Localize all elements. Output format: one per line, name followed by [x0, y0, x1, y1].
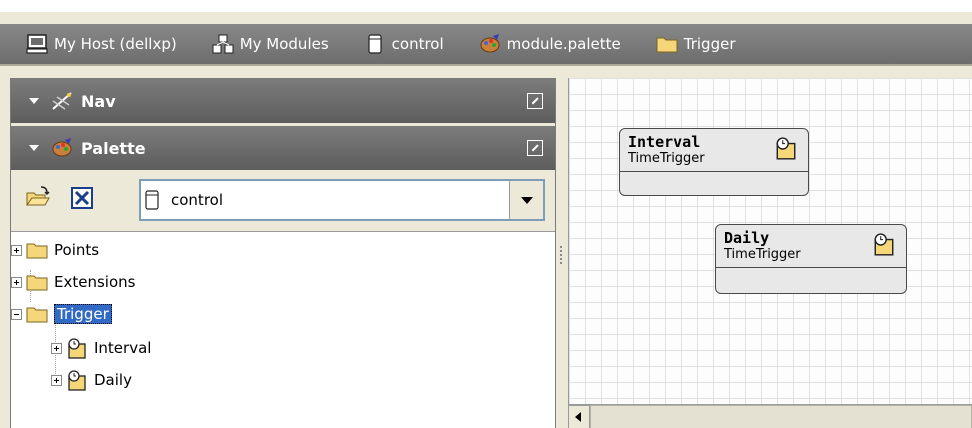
breadcrumb-modules[interactable]: My Modules [212, 24, 329, 64]
component-type: TimeTrigger [628, 151, 705, 166]
breadcrumb-control[interactable]: control [364, 24, 444, 64]
palette-toolbar: control [11, 171, 555, 229]
tree-node-extensions[interactable]: Extensions [11, 268, 135, 296]
module-select[interactable]: control [139, 179, 545, 221]
breadcrumb-palette[interactable]: module.palette [479, 24, 621, 64]
splitter-grip[interactable] [560, 246, 563, 264]
nav-pane-header[interactable]: Nav [11, 79, 555, 123]
breadcrumb-bar: My Host (dellxp) My Modules control modu… [0, 0, 972, 66]
component-divider [716, 267, 906, 268]
tree-node-label: Extensions [54, 273, 136, 291]
breadcrumb-trigger-label: Trigger [683, 35, 736, 53]
expand-icon[interactable] [51, 342, 62, 354]
open-folder-icon[interactable] [25, 185, 51, 211]
breadcrumb-modules-label: My Modules [239, 35, 329, 53]
expand-icon[interactable] [11, 276, 22, 288]
time-trigger-icon [66, 370, 88, 391]
palette-tree: Points Extensions Trigger Interval Daily [11, 231, 555, 428]
folder-icon [26, 272, 48, 292]
tree-node-label: Trigger [54, 304, 112, 324]
breadcrumb-control-label: control [391, 35, 444, 53]
computer-icon [26, 34, 48, 54]
module-jar-icon [141, 190, 163, 210]
chevron-down-icon[interactable] [509, 181, 543, 219]
wiresheet[interactable]: Interval TimeTrigger Daily TimeTrigger [568, 78, 972, 428]
close-x-icon[interactable] [69, 185, 95, 211]
palette-icon [479, 34, 501, 54]
collapse-icon[interactable] [29, 98, 39, 104]
time-trigger-icon [774, 137, 798, 165]
component-interval[interactable]: Interval TimeTrigger [619, 128, 809, 196]
modules-icon [212, 34, 234, 54]
palette-pane-title: Palette [81, 138, 146, 158]
tree-node-label: Points [54, 241, 100, 259]
maximize-icon[interactable] [527, 140, 543, 156]
expand-icon[interactable] [11, 244, 22, 256]
side-bar: Nav Palette control Points Extensions Tr… [10, 78, 556, 428]
tree-node-daily[interactable]: Daily [51, 366, 132, 394]
component-divider [620, 171, 808, 172]
nav-pane-title: Nav [81, 91, 116, 111]
folder-icon [656, 34, 678, 54]
folder-icon [26, 304, 48, 324]
maximize-icon[interactable] [527, 93, 543, 109]
expand-icon[interactable] [51, 374, 62, 386]
module-jar-icon [364, 34, 386, 54]
breadcrumb-palette-label: module.palette [506, 35, 621, 53]
time-trigger-icon [66, 338, 88, 359]
tree-node-interval[interactable]: Interval [51, 334, 151, 362]
component-daily[interactable]: Daily TimeTrigger [715, 224, 907, 294]
tree-node-points[interactable]: Points [11, 236, 99, 264]
folder-icon [26, 240, 48, 260]
component-name: Interval [628, 133, 701, 151]
nav-icon [51, 91, 73, 111]
component-type: TimeTrigger [724, 247, 801, 262]
scroll-thumb[interactable] [590, 405, 972, 428]
tree-node-label: Daily [94, 371, 132, 389]
scroll-left-icon[interactable] [568, 405, 590, 428]
palette-pane-header[interactable]: Palette [11, 126, 555, 170]
splitter[interactable] [556, 78, 568, 428]
time-trigger-icon [872, 233, 896, 261]
collapse-icon[interactable] [11, 308, 22, 320]
component-name: Daily [724, 229, 770, 247]
breadcrumb: My Host (dellxp) My Modules control modu… [0, 24, 972, 64]
breadcrumb-host-label: My Host (dellxp) [54, 35, 177, 53]
horizontal-scrollbar[interactable] [568, 404, 972, 428]
breadcrumb-trigger[interactable]: Trigger [656, 24, 736, 64]
tree-node-label: Interval [94, 339, 152, 357]
tree-node-trigger[interactable]: Trigger [11, 300, 112, 328]
collapse-icon[interactable] [29, 145, 39, 151]
breadcrumb-host[interactable]: My Host (dellxp) [26, 24, 177, 64]
module-select-value: control [171, 191, 223, 209]
palette-icon [51, 138, 73, 158]
